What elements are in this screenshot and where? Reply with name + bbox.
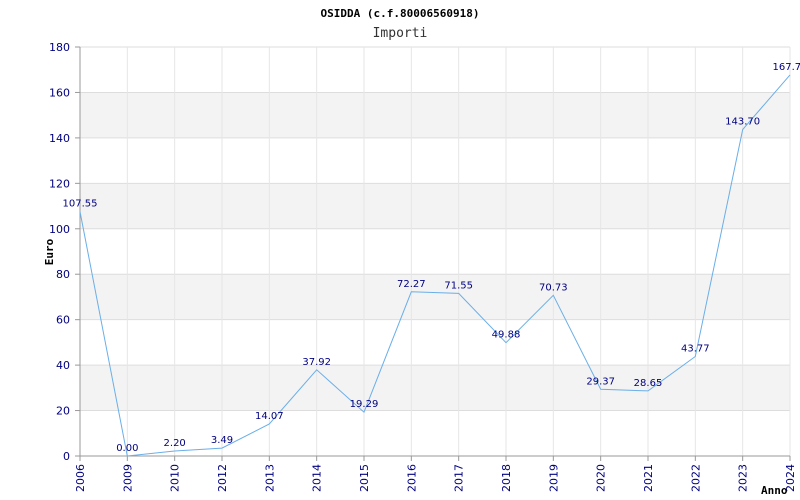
data-label: 143.70 <box>725 116 760 127</box>
y-tick-label: 0 <box>63 450 70 463</box>
data-label: 72.27 <box>397 279 426 290</box>
data-label: 19.29 <box>350 399 379 410</box>
chart-title: OSIDDA (c.f.80006560918) <box>321 7 480 20</box>
x-axis-title: Anno <box>761 484 788 497</box>
x-tick-label: 2006 <box>74 464 87 492</box>
background-band <box>80 274 790 320</box>
x-tick-label: 2020 <box>595 464 608 492</box>
x-tick-label: 2023 <box>737 464 750 492</box>
x-tick-label: 2015 <box>358 464 371 492</box>
background-band <box>80 365 790 411</box>
data-label: 37.92 <box>302 357 331 368</box>
y-tick-label: 100 <box>49 223 70 236</box>
x-tick-label: 2022 <box>689 464 702 492</box>
x-tick-label: 2012 <box>216 464 229 492</box>
x-tick-label: 2017 <box>453 464 466 492</box>
data-label: 70.73 <box>539 282 568 293</box>
data-label: 0.00 <box>116 443 138 454</box>
data-label: 49.88 <box>492 330 521 341</box>
data-label: 71.55 <box>444 280 473 291</box>
y-tick-label: 160 <box>49 86 70 99</box>
x-axis-ticks: 2006 2009 2010 2012 2013 2014 2015 2016 2017 2018… <box>74 456 797 492</box>
y-tick-label: 60 <box>56 314 70 327</box>
data-label: 2.20 <box>164 438 186 449</box>
data-label: 29.37 <box>586 376 615 387</box>
background-band <box>80 183 790 229</box>
x-tick-label: 2018 <box>500 464 513 492</box>
y-tick-label: 120 <box>49 177 70 190</box>
data-label: 3.49 <box>211 435 233 446</box>
y-tick-label: 20 <box>56 405 70 418</box>
x-tick-label: 2013 <box>263 464 276 492</box>
y-tick-label: 80 <box>56 268 70 281</box>
x-tick-label: 2019 <box>547 464 560 492</box>
x-tick-label: 2016 <box>405 464 418 492</box>
data-label: 167.72 <box>773 62 800 73</box>
data-label: 43.77 <box>681 344 710 355</box>
background-band <box>80 92 790 138</box>
data-label: 107.55 <box>63 199 98 210</box>
background-bands <box>80 92 790 411</box>
data-label: 28.65 <box>634 378 663 389</box>
chart-svg: OSIDDA (c.f.80006560918) Importi 0 20 40 60… <box>43 7 800 497</box>
y-tick-label: 140 <box>49 132 70 145</box>
x-tick-label: 2010 <box>169 464 182 492</box>
x-tick-label: 2014 <box>311 464 324 492</box>
chart-subtitle: Importi <box>373 26 428 41</box>
y-tick-label: 180 <box>49 41 70 54</box>
x-tick-label: 2021 <box>642 464 655 492</box>
x-tick-label: 2009 <box>121 464 134 492</box>
y-tick-label: 40 <box>56 359 70 372</box>
y-axis-title: Euro <box>43 238 56 265</box>
data-label: 14.07 <box>255 411 284 422</box>
